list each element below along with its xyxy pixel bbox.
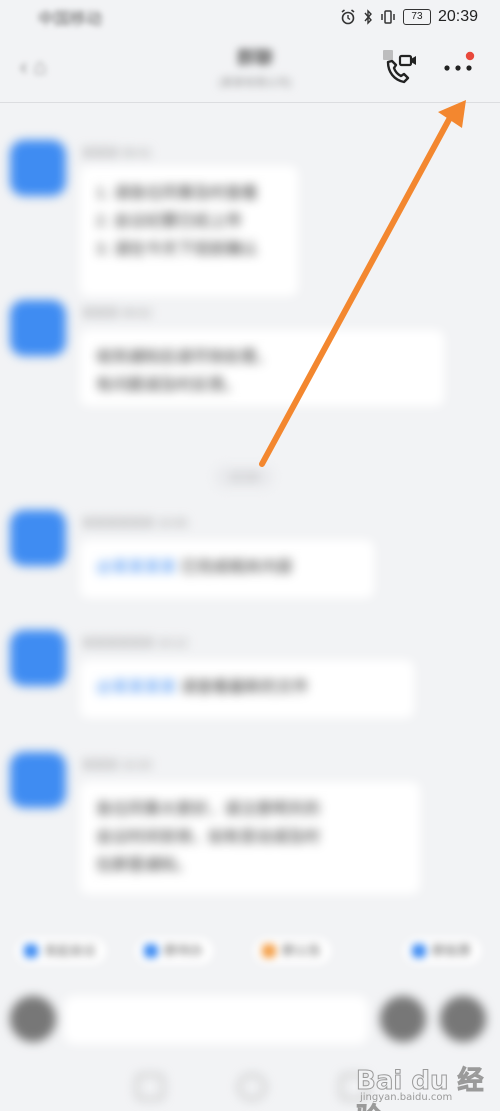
- quick-action-label: 发起会议: [44, 943, 97, 958]
- message-line: 会议时间安排，如有变动请及时: [96, 829, 321, 846]
- bluetooth-icon: [364, 9, 372, 25]
- sender-name: 某某某某某某 10:05: [82, 516, 188, 530]
- message-bubble[interactable]: 1. 请各位同事及时查看 2. 会议纪要已经上传 3. 请在今天下班前确认: [80, 166, 298, 296]
- header-divider: [0, 102, 500, 103]
- status-bar: 中国移动 73 20:39: [0, 0, 500, 34]
- more-dots-icon: [444, 51, 475, 71]
- message-bubble[interactable]: 各位同事大家好，请注意明天的 会议时间安排，如有变动请及时 在群里通知。: [80, 782, 420, 894]
- message-line: 在群里通知。: [96, 857, 193, 874]
- time-divider: 10:00: [215, 466, 274, 488]
- chat-header: ‹ ⌂ 群聊 (某某有限公司): [0, 34, 500, 104]
- alarm-icon: [341, 9, 355, 25]
- message-line: 各位同事大家好，请注意明天的: [96, 801, 321, 818]
- watermark-url: jingyan.baidu.com: [360, 1092, 453, 1103]
- quick-action-bar: 发起会议 群待办 群公告 群投票: [0, 928, 500, 974]
- message-line: 1. 请各位同事及时查看: [96, 185, 258, 202]
- chat-title-area[interactable]: 群聊 (某某有限公司): [140, 44, 370, 94]
- message-line: 已完成相关内容: [180, 559, 293, 576]
- message-bubble[interactable]: @某某某某 已完成相关内容: [80, 540, 374, 598]
- avatar[interactable]: [10, 630, 66, 686]
- message-line: 2. 会议纪要已经上传: [96, 213, 242, 230]
- message-line: 请查看最新的文件: [180, 679, 309, 696]
- status-icons: 73 20:39: [340, 8, 478, 26]
- more-button[interactable]: [438, 48, 482, 88]
- avatar[interactable]: [10, 510, 66, 566]
- message-input[interactable]: [64, 996, 368, 1044]
- quick-action-meeting[interactable]: 发起会议: [16, 938, 107, 964]
- quick-action-todo[interactable]: 群待办: [136, 938, 214, 964]
- quick-action-vote[interactable]: 群投票: [404, 938, 482, 964]
- more-badge-dot: [465, 51, 475, 61]
- vibrate-icon: [381, 10, 395, 24]
- meeting-icon: [24, 944, 38, 958]
- watermark-logo: Bai du 经验: [356, 1066, 485, 1111]
- sender-name: 某某某 09:52: [82, 306, 152, 320]
- message-bubble[interactable]: 收到通知后请尽快处理， 有问题请及时反馈。: [80, 330, 444, 406]
- vote-icon: [412, 944, 426, 958]
- voice-video-call-button[interactable]: [380, 48, 420, 88]
- message-line: 收到通知后请尽快处理，: [96, 349, 273, 366]
- mention-link[interactable]: @某某某某: [96, 679, 176, 696]
- sender-name: 某某某 09:41: [82, 146, 152, 160]
- sender-name: 某某某 10:20: [82, 758, 152, 772]
- voice-input-button[interactable]: [10, 996, 56, 1042]
- carrier-label: 中国移动: [38, 11, 103, 28]
- input-bar: [0, 980, 500, 1060]
- message-bubble[interactable]: @某某某某 请查看最新的文件: [80, 660, 414, 718]
- battery-icon: 73: [402, 9, 431, 25]
- quick-action-label: 群投票: [432, 943, 472, 958]
- message-list[interactable]: 某某某 09:41 1. 请各位同事及时查看 2. 会议纪要已经上传 3. 请在…: [0, 104, 500, 924]
- message-line: 3. 请在今天下班前确认: [96, 241, 258, 258]
- chat-title: 群聊: [237, 48, 273, 68]
- avatar[interactable]: [10, 752, 66, 808]
- message-line: 有问题请及时反馈。: [96, 377, 241, 394]
- baidu-jingyan-watermark: Bai du 经验 jingyan.baidu.com: [356, 1060, 496, 1111]
- mention-link[interactable]: @某某某某: [96, 559, 176, 576]
- quick-action-label: 群待办: [164, 943, 204, 958]
- plus-button[interactable]: [440, 996, 486, 1042]
- voice-video-call-icon: [383, 50, 416, 84]
- chat-subtitle: (某某有限公司): [218, 77, 292, 89]
- avatar[interactable]: [10, 140, 66, 196]
- nav-home-button[interactable]: [238, 1074, 266, 1100]
- quick-action-label: 群公告: [282, 943, 322, 958]
- back-button[interactable]: ‹ ⌂: [20, 54, 80, 80]
- status-time: 20:39: [437, 8, 478, 25]
- nav-back-button[interactable]: [136, 1074, 164, 1100]
- emoji-button[interactable]: [380, 996, 426, 1042]
- chat-screen: 中国移动 73 20:39 ‹ ⌂ 群聊 (某某有限公司) 某某某 09:41 …: [0, 0, 500, 1111]
- announcement-icon: [262, 944, 276, 958]
- avatar[interactable]: [10, 300, 66, 356]
- todo-icon: [144, 944, 158, 958]
- quick-action-announcement[interactable]: 群公告: [254, 938, 332, 964]
- sender-name: 某某某某某某 10:12: [82, 636, 188, 650]
